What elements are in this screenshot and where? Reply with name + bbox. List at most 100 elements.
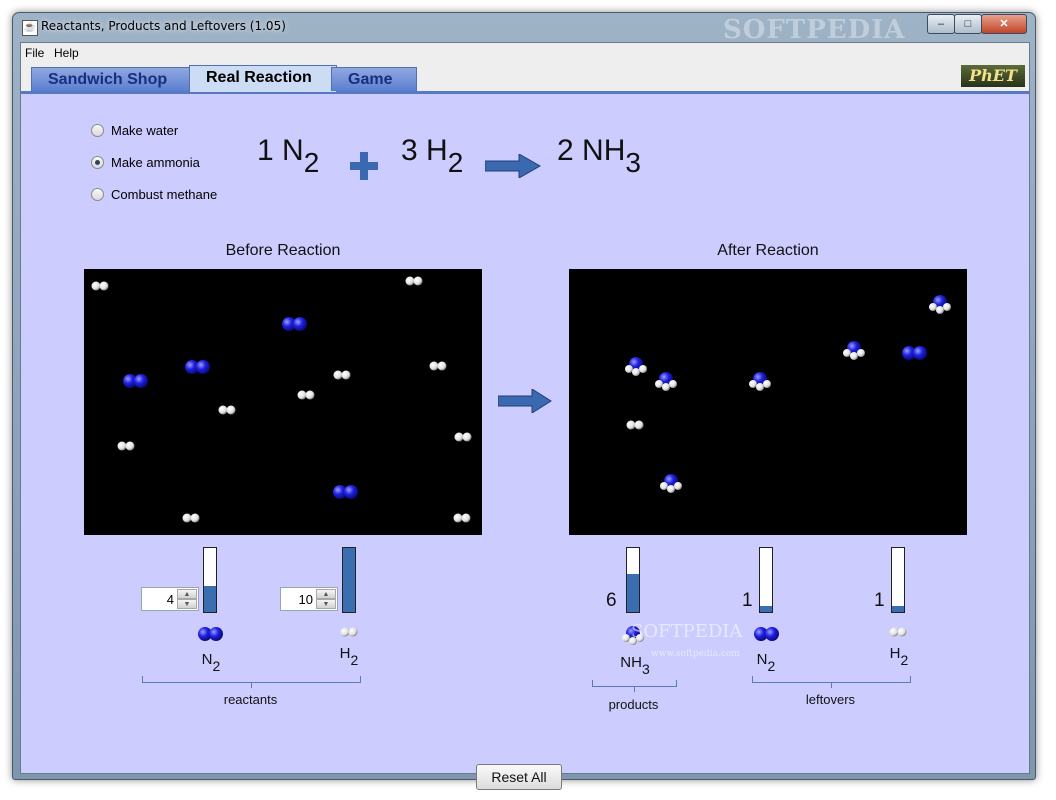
h2-molecule[interactable] (453, 513, 471, 523)
radio-button[interactable] (91, 188, 104, 202)
n2-molecule[interactable] (902, 346, 927, 360)
h2-molecule-icon (889, 627, 907, 637)
nh3-count: 6 (606, 590, 617, 611)
h2-molecule[interactable] (626, 420, 644, 430)
products-brace (592, 680, 677, 692)
leftovers-brace (752, 676, 911, 688)
radio-button-selected[interactable] (91, 156, 104, 170)
coefficient: 2 (557, 134, 574, 167)
formula: N (282, 134, 304, 167)
n2-molecule[interactable] (123, 374, 148, 388)
minimize-button[interactable]: – (927, 14, 955, 34)
softpedia-url-watermark: www.softpedia.com (651, 649, 740, 659)
n2-molecule-icon (754, 627, 779, 641)
nh3-molecule[interactable] (625, 357, 647, 376)
menu-bar: File Help (21, 43, 1029, 64)
spinner-down-icon[interactable]: ▼ (177, 599, 197, 609)
radio-make-ammonia[interactable]: Make ammonia (91, 155, 200, 170)
n2-quantity-bar (203, 547, 217, 613)
menu-file[interactable]: File (25, 46, 44, 60)
leftover-h2-count: 1 (874, 590, 885, 611)
tab-sandwich-shop[interactable]: Sandwich Shop (31, 67, 191, 91)
n2-label: N2 (201, 651, 221, 674)
h2-molecule[interactable] (218, 405, 236, 415)
spinner-down-icon[interactable]: ▼ (316, 599, 336, 609)
reset-all-button[interactable]: Reset All (476, 764, 562, 790)
bar-fill (204, 586, 216, 612)
radio-label: Make ammonia (111, 155, 200, 170)
equation-reactant-n2: 1 N2 (257, 134, 319, 178)
phet-logo[interactable]: PhET (961, 65, 1025, 87)
subscript: 3 (625, 147, 641, 178)
h2-quantity-value: 10 (298, 592, 313, 607)
client-area: File Help Sandwich Shop Real Reaction Ga… (20, 42, 1030, 790)
radio-make-water[interactable]: Make water (91, 123, 178, 138)
nh3-molecule[interactable] (843, 341, 865, 360)
products-label: products (608, 697, 659, 712)
before-after-arrow-icon (498, 389, 552, 413)
menu-help[interactable]: Help (54, 46, 79, 60)
formula: H (426, 134, 448, 167)
reactants-brace (142, 676, 361, 688)
h2-molecule[interactable] (91, 281, 109, 291)
h2-label: H2 (339, 645, 359, 668)
n2-quantity-value: 4 (166, 592, 174, 607)
maximize-button[interactable]: □ (954, 14, 982, 34)
h2-molecule-icon (340, 627, 358, 637)
java-app-icon: ☕ (22, 20, 38, 36)
app-window: ☕ Reactants, Products and Leftovers (1.0… (12, 12, 1036, 790)
h2-quantity-spinner[interactable]: 10 ▲ ▼ (280, 587, 338, 611)
radio-label: Make water (111, 123, 179, 138)
before-reaction-title: Before Reaction (225, 242, 341, 259)
h2-molecule[interactable] (182, 513, 200, 523)
n2-molecule[interactable] (185, 360, 210, 374)
nh3-molecule[interactable] (655, 372, 677, 391)
bar-fill (343, 548, 355, 612)
spinner-up-icon[interactable]: ▲ (316, 589, 336, 599)
real-reaction-panel: Make water Make ammonia Combust methane … (21, 94, 1029, 790)
nh3-label: NH3 (620, 654, 650, 677)
softpedia-watermark: SOFTPEDIA (723, 15, 906, 45)
n2-molecule[interactable] (333, 485, 358, 499)
before-molecules (91, 276, 472, 523)
bar-fill (627, 573, 639, 612)
n2-quantity-spinner[interactable]: 4 ▲ ▼ (141, 587, 199, 611)
h2-molecule[interactable] (117, 441, 135, 451)
equation-product-nh3: 2 NH3 (557, 134, 641, 178)
h2-molecule[interactable] (429, 361, 447, 371)
title-bar[interactable]: ☕ Reactants, Products and Leftovers (1.0… (13, 13, 1035, 45)
equation-reactant-h2: 3 H2 (401, 134, 463, 178)
h2-molecule[interactable] (333, 370, 351, 380)
nh3-molecule[interactable] (749, 372, 771, 391)
leftover-n2-bar (759, 547, 773, 613)
n2-molecule[interactable] (282, 317, 307, 331)
tab-strip: Sandwich Shop Real Reaction Game PhET (21, 63, 1029, 94)
subscript: 2 (303, 147, 320, 178)
bar-fill (892, 605, 904, 612)
reactants-label: reactants (223, 692, 278, 707)
after-molecules (625, 295, 951, 493)
spinner-up-icon[interactable]: ▲ (177, 589, 197, 599)
h2-molecule[interactable] (454, 432, 472, 442)
n2-molecule-icon (198, 627, 223, 641)
h2-molecule[interactable] (405, 276, 423, 286)
leftover-n2-label: N2 (756, 651, 776, 674)
after-reaction-title: After Reaction (717, 242, 819, 259)
radio-combust-methane[interactable]: Combust methane (91, 187, 217, 202)
window-title: Reactants, Products and Leftovers (1.05) (41, 19, 286, 33)
leftover-h2-label: H2 (889, 645, 909, 668)
h2-molecule[interactable] (297, 390, 315, 400)
bar-fill (760, 605, 772, 612)
h2-quantity-bar (342, 547, 356, 613)
softpedia-watermark: SOFTPEDIA (631, 621, 743, 642)
close-button[interactable]: ✕ (981, 14, 1027, 34)
nh3-molecule[interactable] (929, 295, 951, 314)
subscript: 2 (447, 147, 464, 178)
radio-button[interactable] (91, 124, 104, 138)
tab-game[interactable]: Game (331, 67, 417, 91)
nh3-quantity-bar (626, 547, 640, 613)
formula: NH (582, 134, 626, 167)
nh3-molecule[interactable] (660, 474, 682, 493)
reaction-arrow-icon (485, 154, 541, 178)
tab-real-reaction[interactable]: Real Reaction (189, 65, 337, 92)
